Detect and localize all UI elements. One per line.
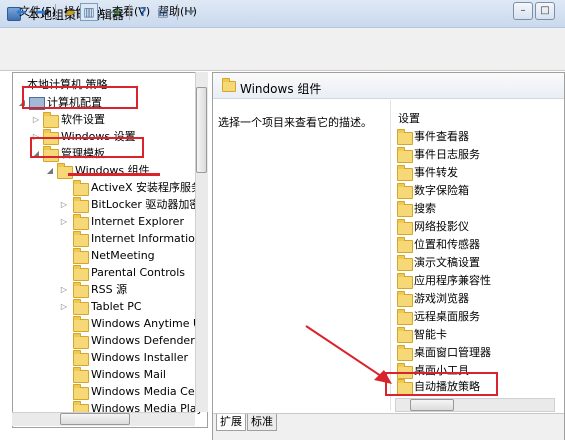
menu-bar	[0, 28, 565, 47]
filter-icon[interactable]: ⏷	[182, 3, 200, 21]
help-icon[interactable]: ?	[134, 3, 152, 21]
folder-icon	[222, 78, 236, 92]
folder-icon	[73, 265, 89, 281]
folder-icon	[397, 201, 413, 217]
folder-icon	[397, 219, 413, 235]
highlight-computer-config	[22, 86, 138, 109]
tab-standard[interactable]: 标准	[247, 414, 277, 431]
folder-icon	[43, 112, 59, 128]
folder-icon	[73, 350, 89, 366]
highlight-autoplay-policy	[385, 372, 498, 396]
up-folder-icon[interactable]: ▰	[61, 3, 79, 21]
properties-icon[interactable]: ▤	[154, 3, 172, 21]
collapse-arrow-icon[interactable]: ◢	[45, 162, 55, 179]
tab-extended[interactable]: 扩展	[216, 414, 246, 431]
folder-icon	[73, 333, 89, 349]
folder-icon	[73, 384, 89, 400]
folder-icon	[73, 231, 89, 247]
folder-icon	[397, 129, 413, 145]
console-tree[interactable]: 本地计算机 策略 ◢ 计算机配置 ▷ 软件设置 ▷ Windows 设置 ◢ 管…	[12, 72, 208, 428]
console-tree-icon[interactable]: ▥	[80, 3, 98, 21]
folder-icon	[397, 255, 413, 271]
folder-icon	[73, 248, 89, 264]
expand-arrow-icon[interactable]: ▷	[59, 281, 69, 298]
minimize-button[interactable]: –	[513, 2, 533, 20]
tree-scroll-thumb[interactable]	[196, 87, 207, 173]
pointer-arrow	[305, 325, 392, 384]
toolbar	[0, 47, 565, 71]
underline-windows-components	[68, 173, 160, 176]
folder-icon	[397, 237, 413, 253]
details-title: Windows 组件	[240, 82, 322, 96]
export-icon[interactable]: ⇥	[106, 3, 124, 21]
details-hscroll-thumb[interactable]	[410, 399, 454, 411]
folder-icon	[73, 299, 89, 315]
folder-icon	[397, 183, 413, 199]
expand-arrow-icon[interactable]: ▷	[31, 111, 41, 128]
forward-arrow-icon[interactable]: ➡	[32, 3, 50, 21]
expand-arrow-icon[interactable]: ▷	[59, 213, 69, 230]
folder-icon	[73, 367, 89, 383]
expand-arrow-icon[interactable]: ▷	[59, 298, 69, 315]
folder-icon	[397, 291, 413, 307]
highlight-admin-templates	[30, 137, 144, 158]
folder-icon	[73, 316, 89, 332]
maximize-button[interactable]: □	[535, 2, 555, 20]
folder-icon	[73, 214, 89, 230]
back-arrow-icon[interactable]: ⬅	[12, 3, 30, 21]
folder-icon	[397, 165, 413, 181]
folder-icon	[397, 147, 413, 163]
folder-icon	[73, 180, 89, 196]
folder-icon	[73, 197, 89, 213]
description-text: 选择一个项目来查看它的描述。	[218, 116, 372, 129]
tree-hscroll-thumb[interactable]	[60, 413, 130, 425]
expand-arrow-icon[interactable]: ▷	[59, 196, 69, 213]
settings-column-header[interactable]: 设置	[398, 110, 420, 126]
folder-icon	[397, 273, 413, 289]
folder-icon	[73, 282, 89, 298]
